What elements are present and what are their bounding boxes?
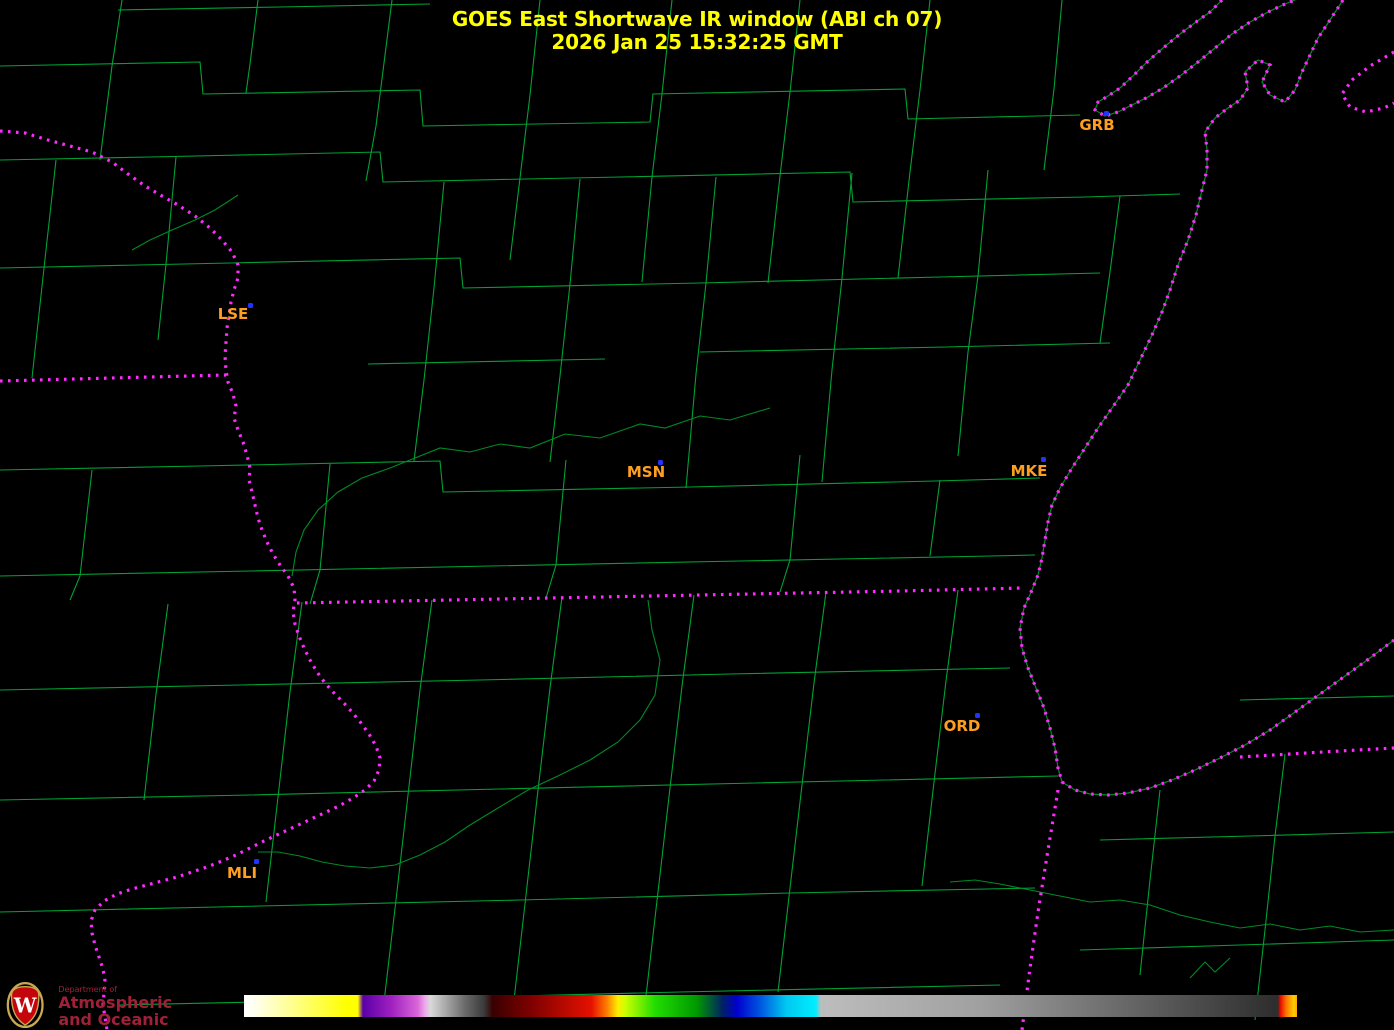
state-border bbox=[0, 375, 226, 381]
river-line bbox=[258, 600, 660, 868]
county-line bbox=[646, 595, 694, 996]
county-line bbox=[922, 590, 958, 886]
state-border bbox=[1240, 748, 1394, 757]
state-borders-dotted bbox=[0, 0, 1394, 1030]
map-canvas bbox=[0, 0, 1394, 1030]
county-line bbox=[958, 170, 988, 456]
county-line bbox=[384, 600, 432, 1002]
station-label-ord: ORD bbox=[944, 717, 981, 735]
state-border bbox=[1342, 52, 1394, 112]
county-line bbox=[546, 460, 566, 598]
logo-name-line1: Atmospheric bbox=[58, 994, 236, 1011]
county-line bbox=[0, 152, 1180, 202]
station-label-msn: MSN bbox=[627, 463, 665, 481]
station-dot-grb bbox=[1104, 111, 1109, 116]
county-line bbox=[0, 776, 1058, 800]
county-line bbox=[0, 62, 1080, 126]
county-boundaries bbox=[0, 0, 1394, 1020]
temperature-colorbar bbox=[244, 995, 1297, 1017]
river-line bbox=[1190, 958, 1230, 978]
county-line bbox=[158, 157, 176, 340]
county-line bbox=[700, 343, 1110, 352]
crest-w-letter: W bbox=[13, 993, 37, 1017]
logo-name-line2: and Oceanic Sciences bbox=[58, 1011, 236, 1030]
county-line bbox=[0, 668, 1010, 690]
river-line bbox=[132, 195, 238, 250]
county-line bbox=[514, 597, 562, 1000]
county-line bbox=[1255, 754, 1285, 1020]
title-line-1: GOES East Shortwave IR window (ABI ch 07… bbox=[0, 8, 1394, 31]
county-line bbox=[0, 888, 1035, 912]
county-line bbox=[70, 470, 92, 600]
county-line bbox=[0, 461, 1040, 492]
map-title: GOES East Shortwave IR window (ABI ch 07… bbox=[0, 8, 1394, 54]
station-label-mli: MLI bbox=[227, 864, 257, 882]
county-line bbox=[144, 604, 168, 800]
lake-michigan-shoreline bbox=[1020, 0, 1394, 795]
uw-crest-icon: W bbox=[6, 980, 44, 1030]
river-lines bbox=[132, 195, 1394, 978]
station-dot-mke bbox=[1041, 457, 1046, 462]
county-line bbox=[32, 160, 56, 378]
station-label-grb: GRB bbox=[1079, 116, 1114, 134]
river-line bbox=[292, 408, 770, 576]
river-line bbox=[950, 880, 1394, 932]
satellite-map-view: GOES East Shortwave IR window (ABI ch 07… bbox=[0, 0, 1394, 1030]
county-line bbox=[266, 602, 302, 902]
state-border bbox=[0, 131, 380, 1030]
county-line bbox=[368, 359, 605, 364]
county-line bbox=[550, 179, 580, 462]
county-line bbox=[1100, 196, 1120, 343]
county-line bbox=[414, 182, 444, 461]
title-line-2: 2026 Jan 25 15:32:25 GMT bbox=[0, 31, 1394, 54]
station-dot-mli bbox=[254, 859, 259, 864]
shoreline-green bbox=[1020, 0, 1394, 795]
station-label-mke: MKE bbox=[1011, 462, 1048, 480]
logo-text: Department of Atmospheric and Oceanic Sc… bbox=[58, 980, 236, 1030]
county-line bbox=[780, 455, 800, 592]
uw-aos-logo: W Department of Atmospheric and Oceanic … bbox=[6, 980, 236, 1030]
county-line bbox=[930, 480, 940, 556]
state-border bbox=[1022, 790, 1058, 1030]
state-border bbox=[297, 588, 1023, 603]
county-line bbox=[0, 555, 1035, 576]
county-line bbox=[686, 177, 716, 488]
station-label-lse: LSE bbox=[218, 305, 249, 323]
county-line bbox=[1100, 832, 1394, 840]
county-line bbox=[1080, 940, 1394, 950]
county-line bbox=[778, 592, 826, 992]
shoreline-dotted bbox=[1020, 0, 1394, 795]
county-line bbox=[822, 173, 852, 482]
county-line bbox=[310, 464, 330, 604]
colorbar-gradient bbox=[244, 995, 1297, 1017]
colorbar-container bbox=[244, 995, 1297, 1021]
